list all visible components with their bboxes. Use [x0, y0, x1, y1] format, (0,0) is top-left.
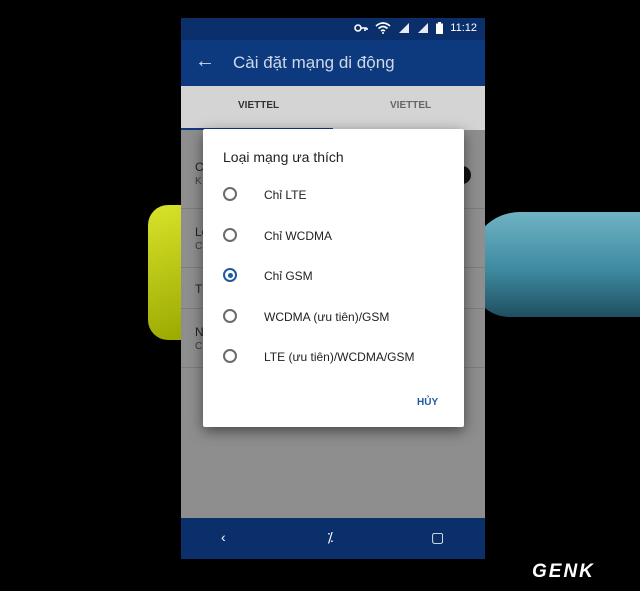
back-arrow-icon[interactable]: ← — [195, 50, 215, 73]
row-subtitle: C — [195, 341, 203, 352]
option-label: Chỉ WCDMA — [264, 229, 332, 243]
radio-button[interactable] — [223, 228, 237, 242]
option-wcdma-gsm[interactable]: WCDMA (ưu tiên)/GSM — [223, 305, 453, 335]
tab-sim-1[interactable]: VIETTEL — [238, 100, 279, 111]
option-label: Chỉ GSM — [264, 269, 313, 283]
status-bar: 11:12 — [181, 18, 485, 40]
option-wcdma-only[interactable]: Chỉ WCDMA — [223, 224, 453, 254]
option-label: Chỉ LTE — [264, 188, 307, 202]
radio-button[interactable] — [223, 309, 237, 323]
tab-sim-2[interactable]: VIETTEL — [390, 100, 431, 111]
option-lte-wcdma-gsm[interactable]: LTE (ưu tiên)/WCDMA/GSM — [223, 345, 453, 375]
option-gsm-only[interactable]: Chỉ GSM — [223, 264, 453, 294]
row-subtitle: C — [195, 241, 203, 252]
network-type-dialog: Loại mạng ưa thích Chỉ LTE Chỉ WCDMA Chỉ… — [203, 129, 464, 427]
navigation-bar: ‹ ⁒ ▢ — [181, 518, 485, 559]
dialog-title: Loại mạng ưa thích — [223, 149, 344, 165]
nav-recents-icon[interactable]: ▢ — [431, 529, 444, 546]
battery-icon — [436, 22, 444, 34]
background-blue-shape — [470, 212, 640, 317]
signal-icon — [418, 23, 429, 33]
nav-back-icon[interactable]: ‹ — [221, 529, 226, 545]
radio-button[interactable] — [223, 349, 237, 363]
app-bar: ← Cài đặt mạng di động — [181, 40, 485, 86]
option-lte-only[interactable]: Chỉ LTE — [223, 183, 453, 213]
signal-icon — [399, 23, 410, 33]
radio-button-selected[interactable] — [223, 268, 237, 282]
option-label: LTE (ưu tiên)/WCDMA/GSM — [264, 350, 415, 364]
nav-home-icon[interactable]: ⁒ — [327, 529, 333, 546]
sim-tabs: VIETTEL VIETTEL — [181, 86, 485, 130]
cancel-button[interactable]: HỦY — [417, 397, 438, 408]
wifi-icon — [375, 22, 391, 34]
page-title: Cài đặt mạng di động — [233, 53, 395, 72]
status-time: 11:12 — [450, 22, 477, 34]
key-icon — [354, 24, 369, 32]
row-subtitle: K — [195, 176, 202, 187]
genk-watermark-logo: GENK — [532, 561, 595, 582]
option-label: WCDMA (ưu tiên)/GSM — [264, 310, 390, 324]
radio-button[interactable] — [223, 187, 237, 201]
